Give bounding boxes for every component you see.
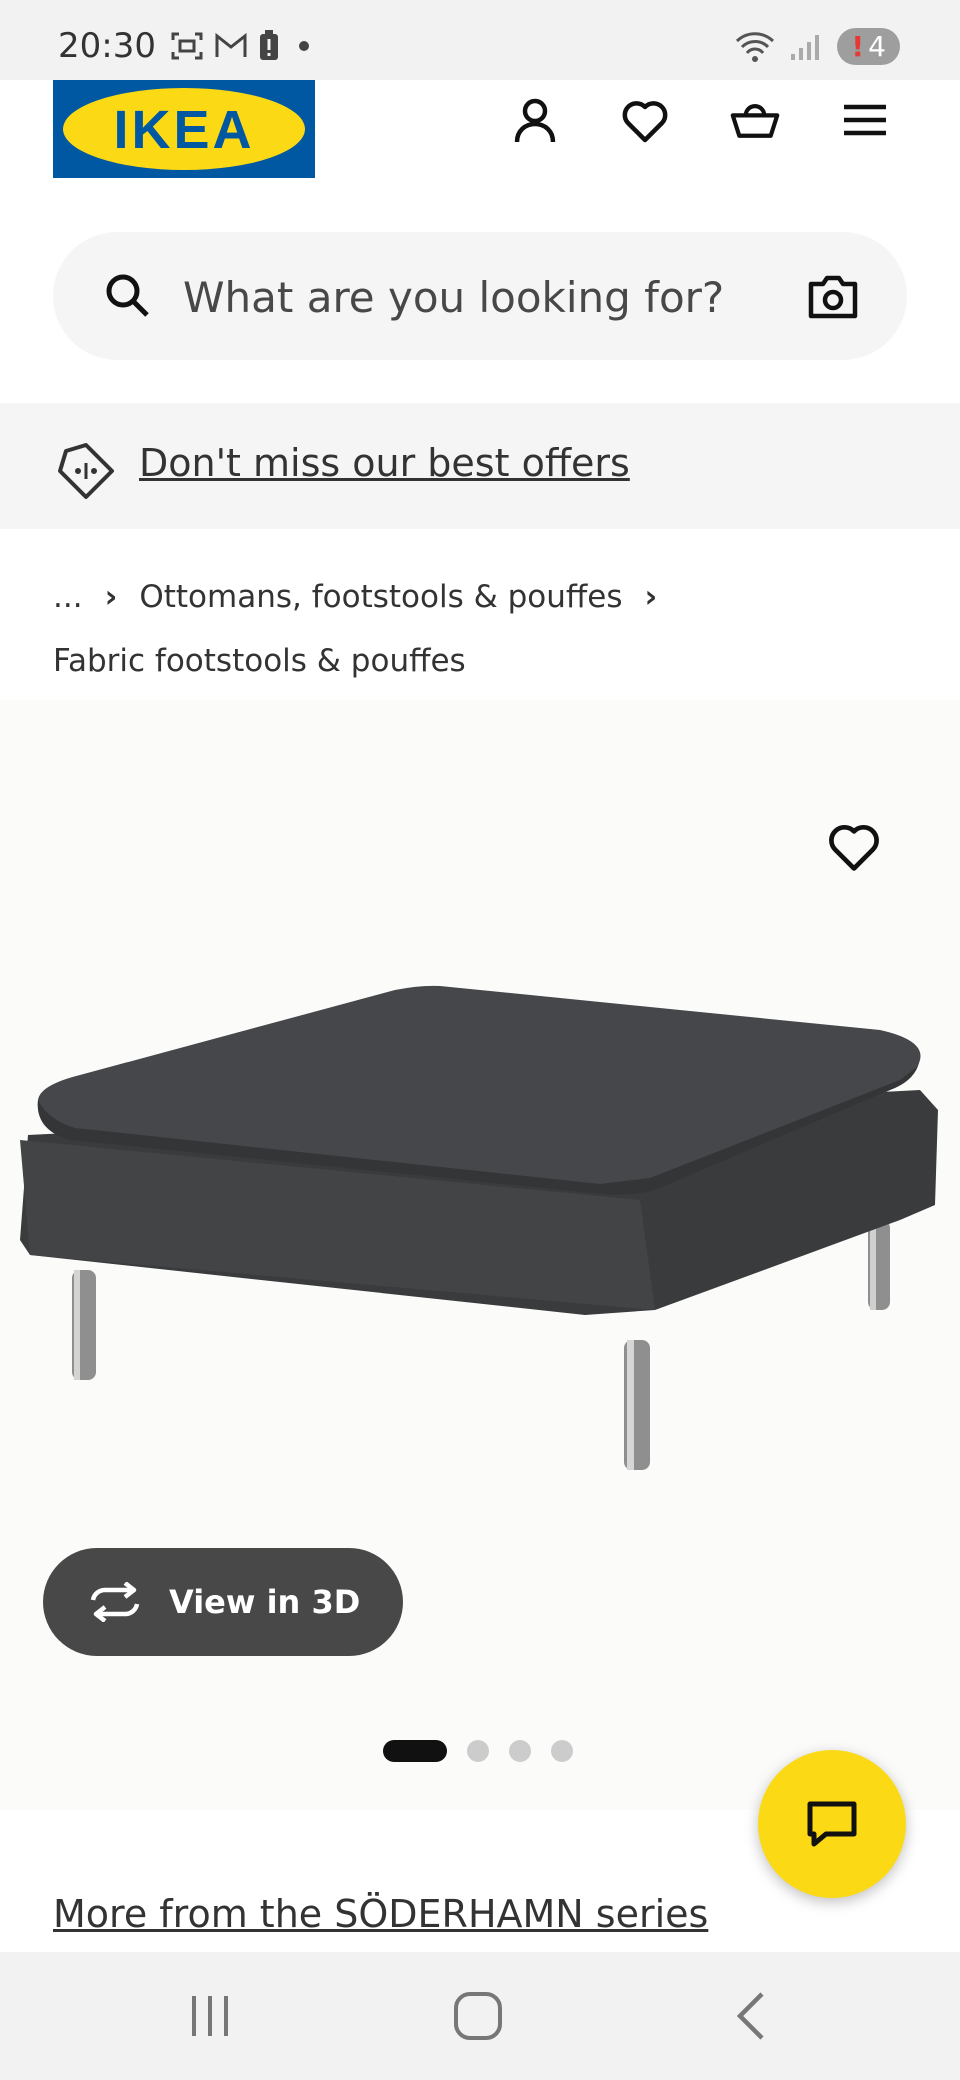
chat-bubble-icon	[807, 1801, 857, 1847]
notification-count: 4	[868, 30, 886, 63]
search-input[interactable]	[181, 232, 785, 362]
breadcrumb-ellipsis[interactable]: ...	[53, 579, 83, 615]
dot-icon	[299, 41, 309, 51]
chevron-right-icon: ›	[644, 579, 658, 615]
status-time: 20:30	[58, 26, 156, 66]
battery-alert-icon	[260, 30, 278, 60]
notification-badge: ! 4	[837, 28, 900, 65]
search-bar[interactable]	[53, 232, 907, 362]
gmail-icon	[215, 32, 247, 57]
offers-link[interactable]: Don't miss our best offers	[139, 441, 630, 485]
rotate-3d-icon	[87, 1582, 143, 1622]
view-in-3d-label: View in 3D	[169, 1583, 361, 1621]
signal-icon	[791, 34, 820, 60]
status-bar: 20:30 ! 4	[0, 0, 960, 80]
notification-alert: !	[851, 30, 865, 63]
status-notification-icons	[170, 30, 314, 62]
offer-tag-icon	[58, 443, 114, 499]
add-to-favourites-heart-icon[interactable]	[826, 818, 882, 874]
header-actions	[510, 95, 890, 145]
basket-icon[interactable]	[730, 95, 780, 145]
image-carousel-indicator	[383, 1740, 573, 1762]
carousel-dot-4[interactable]	[551, 1740, 573, 1762]
carousel-dot-1[interactable]	[383, 1740, 447, 1762]
chat-button[interactable]	[758, 1750, 906, 1898]
back-icon[interactable]	[730, 1990, 770, 2042]
ikea-logo[interactable]: IKEA	[53, 80, 315, 178]
ikea-logo-text: IKEA	[113, 100, 254, 160]
wishlist-heart-icon[interactable]	[620, 95, 670, 145]
wifi-icon	[736, 31, 775, 62]
breadcrumb-item-fabric-footstools[interactable]: Fabric footstools & pouffes	[53, 643, 466, 679]
home-icon[interactable]	[452, 1990, 504, 2042]
series-link[interactable]: More from the SÖDERHAMN series	[53, 1892, 708, 1936]
search-icon	[106, 274, 149, 317]
chevron-right-icon: ›	[104, 579, 118, 615]
system-navigation-bar	[0, 1952, 960, 2080]
breadcrumb: ... › Ottomans, footstools & pouffes › Fabr…	[53, 565, 913, 693]
screenshot-icon	[171, 32, 203, 60]
menu-icon[interactable]	[840, 95, 890, 145]
ikea-logo-mark: IKEA	[53, 80, 315, 178]
view-in-3d-button[interactable]: View in 3D	[43, 1548, 403, 1656]
camera-icon[interactable]	[807, 270, 859, 322]
carousel-dot-3[interactable]	[509, 1740, 531, 1762]
recent-apps-icon[interactable]	[188, 1990, 232, 2042]
carousel-dot-2[interactable]	[467, 1740, 489, 1762]
status-system-icons: ! 4	[735, 28, 900, 65]
profile-icon[interactable]	[510, 95, 560, 145]
offers-banner[interactable]: Don't miss our best offers	[0, 403, 960, 529]
breadcrumb-item-ottomans[interactable]: Ottomans, footstools & pouffes	[139, 579, 622, 615]
